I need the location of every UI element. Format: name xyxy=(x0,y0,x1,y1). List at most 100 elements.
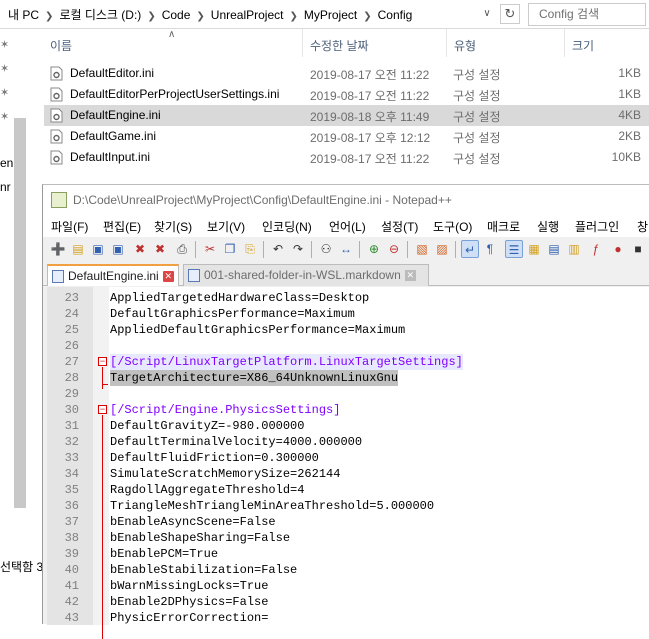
file-type: 구성 설정 xyxy=(453,131,501,145)
address-bar[interactable]: 내 PC ❯ 로컬 디스크 (D:) ❯ Code ❯ UnrealProject ❯ MyPr… xyxy=(0,0,649,29)
copy-icon[interactable]: ❐ xyxy=(221,240,239,258)
menu-view[interactable]: 보기(V) xyxy=(207,218,245,235)
setting-value: False xyxy=(261,563,298,577)
nav-item-fragment[interactable]: nr xyxy=(0,180,11,194)
close-all-icon[interactable]: ✖ xyxy=(151,240,169,258)
toolbar-divider xyxy=(195,241,196,258)
fold-collapse-icon[interactable]: − xyxy=(98,405,107,414)
breadcrumb-item-config[interactable]: Config xyxy=(378,8,413,22)
file-row[interactable]: DefaultInput.ini 2019-08-17 오전 11:22 구성 … xyxy=(44,147,649,168)
tab-markdown[interactable]: 001-shared-folder-in-WSL.markdown ✕ xyxy=(183,264,429,286)
menu-plugins[interactable]: 플러그인 xyxy=(575,218,619,235)
scrollbar-thumb[interactable] xyxy=(14,118,26,508)
save-icon[interactable]: ▣ xyxy=(89,240,107,258)
save-all-icon[interactable]: ▣ xyxy=(109,240,127,258)
toolbar: ➕ ▤ ▣ ▣ ✖ ✖ ⎙ ✂ ❐ ⎘ ↶ ↷ ⚇ ↔ ⊕ ⊖ ▧ ▨ ↵ ¶ … xyxy=(43,237,649,261)
equals-sign: = xyxy=(232,579,240,593)
file-row[interactable]: DefaultEditorPerProjectUserSettings.ini … xyxy=(44,84,649,105)
pin-icon[interactable]: ✶ xyxy=(0,62,12,75)
menu-edit[interactable]: 편집(E) xyxy=(103,218,141,235)
zoom-in-icon[interactable]: ⊕ xyxy=(365,240,383,258)
chevron-right-icon[interactable]: ❯ xyxy=(289,11,297,22)
menu-language[interactable]: 언어(L) xyxy=(329,218,366,235)
word-wrap-icon[interactable]: ↵ xyxy=(461,240,479,258)
close-icon[interactable]: ✕ xyxy=(162,271,174,283)
pin-icon[interactable]: ✶ xyxy=(0,86,12,99)
tab-label: DefaultEngine.ini xyxy=(68,269,159,283)
chevron-right-icon[interactable]: ❯ xyxy=(147,11,155,22)
pin-icon[interactable]: ✶ xyxy=(0,110,12,123)
breadcrumb-item-drive[interactable]: 로컬 디스크 (D:) xyxy=(59,8,141,22)
refresh-icon[interactable]: ↻ xyxy=(500,4,520,24)
sync-vertical-icon[interactable]: ▧ xyxy=(413,240,431,258)
file-name: DefaultGame.ini xyxy=(70,129,157,143)
menu-encoding[interactable]: 인코딩(N) xyxy=(262,218,312,235)
close-icon[interactable]: ✕ xyxy=(404,270,416,282)
indent-guide-icon[interactable]: ☰ xyxy=(505,240,523,258)
menu-settings[interactable]: 설정(T) xyxy=(381,218,418,235)
column-type[interactable]: 유형 xyxy=(454,37,476,54)
column-divider[interactable] xyxy=(564,29,565,57)
status-bar-text: 선택함 3. xyxy=(0,560,47,574)
search-input[interactable]: Config 검색 xyxy=(528,3,646,26)
column-divider[interactable] xyxy=(302,29,303,57)
zoom-out-icon[interactable]: ⊖ xyxy=(385,240,403,258)
editor-area[interactable]: 23 AppliedTargetedHardwareClass=Desktop 24… xyxy=(47,287,649,639)
breadcrumb-item-pc[interactable]: 내 PC xyxy=(8,8,39,22)
menu-search[interactable]: 찾기(S) xyxy=(154,218,192,235)
breadcrumb-item-unrealproject[interactable]: UnrealProject xyxy=(211,8,284,22)
menu-run[interactable]: 실행 xyxy=(537,218,559,235)
breadcrumb-item-code[interactable]: Code xyxy=(162,8,191,22)
sync-horizontal-icon[interactable]: ▨ xyxy=(433,240,451,258)
line-number: 37 xyxy=(64,515,79,529)
column-size[interactable]: 크기 xyxy=(572,37,594,54)
notepad-window: D:\Code\UnrealProject\MyProject\Config\D… xyxy=(42,184,649,639)
key-value-line: DefaultGravityZ=-980.000000 xyxy=(110,418,304,434)
setting-value: 4 xyxy=(297,483,305,497)
line-number: 23 xyxy=(64,291,79,305)
find-icon[interactable]: ⚇ xyxy=(317,240,335,258)
column-name[interactable]: 이름 xyxy=(50,37,72,54)
stop-macro-icon[interactable]: ■ xyxy=(629,240,647,258)
document-map-icon[interactable]: ▦ xyxy=(525,240,543,258)
nav-item-fragment[interactable]: en xyxy=(0,156,13,170)
breadcrumb-item-myproject[interactable]: MyProject xyxy=(304,8,357,22)
config-file-icon xyxy=(50,108,63,123)
cut-icon[interactable]: ✂ xyxy=(201,240,219,258)
print-icon[interactable]: ⎙ xyxy=(173,240,191,258)
fold-collapse-icon[interactable]: − xyxy=(98,357,107,366)
column-divider[interactable] xyxy=(446,29,447,57)
chevron-down-icon[interactable]: ∨ xyxy=(480,8,494,22)
chevron-right-icon[interactable]: ❯ xyxy=(45,11,53,22)
line-number: 28 xyxy=(64,371,79,385)
tab-bar: DefaultEngine.ini ✕ 001-shared-folder-in-… xyxy=(43,262,649,286)
replace-icon[interactable]: ↔ xyxy=(337,240,355,258)
undo-icon[interactable]: ↶ xyxy=(269,240,287,258)
show-all-chars-icon[interactable]: ¶ xyxy=(481,240,499,258)
menu-tools[interactable]: 도구(O) xyxy=(433,218,472,235)
menu-file[interactable]: 파일(F) xyxy=(51,218,88,235)
record-macro-icon[interactable]: ● xyxy=(609,240,627,258)
redo-icon[interactable]: ↷ xyxy=(289,240,307,258)
menu-window[interactable]: 창 xyxy=(637,218,648,235)
title-bar[interactable]: D:\Code\UnrealProject\MyProject\Config\D… xyxy=(43,185,649,215)
column-date[interactable]: 수정한 날짜 xyxy=(310,37,369,54)
menu-macro[interactable]: 매크로 xyxy=(487,218,520,235)
function-list-icon[interactable]: ▤ xyxy=(545,240,563,258)
file-row-selected[interactable]: DefaultEngine.ini 2019-08-18 오후 11:49 구성… xyxy=(44,105,649,126)
notepad-app-icon xyxy=(51,192,67,208)
close-icon[interactable]: ✖ xyxy=(131,240,149,258)
tab-defaultengine[interactable]: DefaultEngine.ini ✕ xyxy=(47,264,179,286)
key-value-line: bEnable2DPhysics=False xyxy=(110,594,268,610)
paste-icon[interactable]: ⎘ xyxy=(241,240,259,258)
pin-icon[interactable]: ✶ xyxy=(0,38,12,51)
chevron-right-icon[interactable]: ❯ xyxy=(196,11,204,22)
new-file-icon[interactable]: ➕ xyxy=(49,240,67,258)
file-row[interactable]: DefaultEditor.ini 2019-08-17 오전 11:22 구성… xyxy=(44,63,649,84)
function-icon[interactable]: ƒ xyxy=(587,240,605,258)
folder-workspace-icon[interactable]: ▥ xyxy=(565,240,583,258)
key-value-line: bEnablePCM=True xyxy=(110,546,218,562)
file-row[interactable]: DefaultGame.ini 2019-08-17 오후 12:12 구성 설… xyxy=(44,126,649,147)
open-folder-icon[interactable]: ▤ xyxy=(69,240,87,258)
chevron-right-icon[interactable]: ❯ xyxy=(363,11,371,22)
